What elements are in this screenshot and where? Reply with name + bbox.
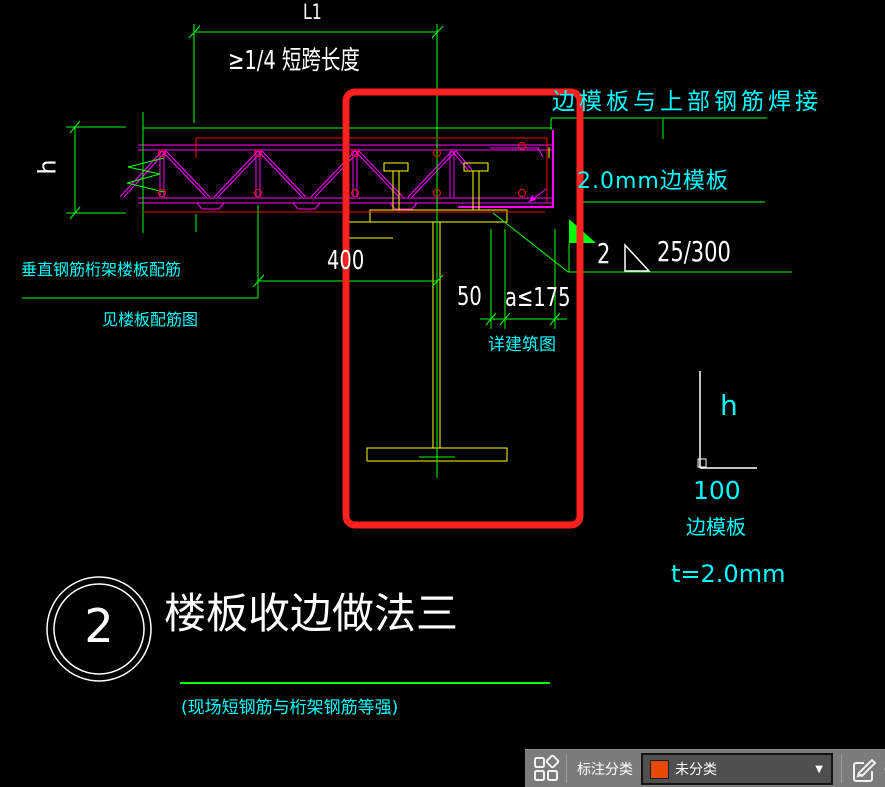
weld-count-label: 2 [597,237,611,270]
truss-label-line1: 垂直钢筋桁架楼板配筋 [21,260,182,279]
cad-linework [22,24,792,684]
weld-spec-label: 25/300 [657,235,731,268]
annotation-toolbar: 标注分类 未分类 ▼ [525,749,885,787]
dim-a175-label: a≤175 [505,283,571,313]
span-note-label: ≥1/4 短跨长度 [228,46,360,76]
truss-deck-lines [119,144,553,210]
dim-h-left-label: h [33,159,62,175]
detail-subtitle: (现场短钢筋与桁架钢筋等强) [181,698,399,718]
category-grid-button[interactable] [532,755,560,783]
legend-h-label: h [720,389,738,422]
detail-title: 楼板收边做法三 [164,589,459,638]
category-grid-icon [534,755,560,781]
edit-annotation-button[interactable] [848,753,880,785]
dim-50-label: 50 [457,282,482,312]
legend-thickness-label: t=2.0mm [671,560,786,588]
category-dropdown[interactable]: 未分类 ▼ [641,753,833,785]
cad-canvas: L1 ≥1/4 短跨长度 边模板与上部钢筋焊接 2.0mm边模板 h 垂直钢筋桁… [0,0,885,787]
formwork-note-label: 2.0mm边模板 [577,169,729,194]
toolbar-separator [841,755,842,783]
legend-100-label: 100 [693,476,741,505]
chevron-down-icon: ▼ [815,763,823,775]
dim-l1-label: L1 [303,0,322,24]
arch-ref-label: 详建筑图 [488,335,556,355]
detail-number: 2 [84,599,114,653]
category-color-swatch [650,759,669,779]
legend-name-label: 边模板 [686,515,746,539]
dim-400-label: 400 [327,246,365,276]
edit-icon [853,758,877,782]
weld-note-top-label: 边模板与上部钢筋焊接 [552,89,822,115]
edge-formwork-lines [458,130,554,208]
category-dropdown-value: 未分类 [675,762,717,778]
truss-label-line2: 见楼板配筋图 [102,310,199,329]
category-label: 标注分类 [577,762,633,778]
toolbar-separator [566,755,567,783]
